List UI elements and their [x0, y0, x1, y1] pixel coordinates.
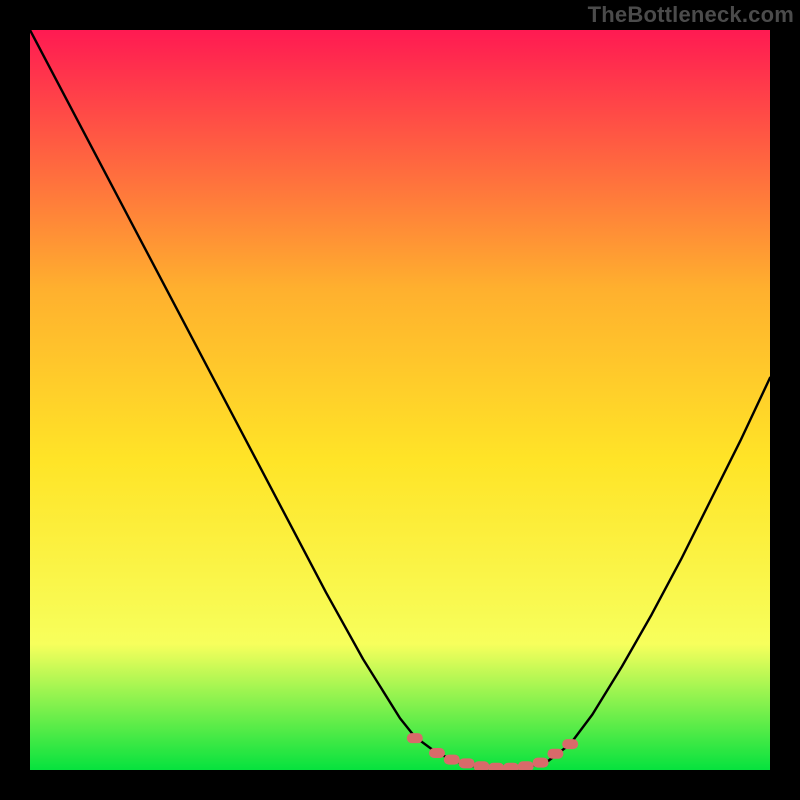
marker-dot	[459, 758, 475, 768]
marker-dot	[562, 739, 578, 749]
marker-dot	[533, 758, 549, 768]
plot-area	[30, 30, 770, 770]
watermark-label: TheBottleneck.com	[588, 2, 794, 28]
marker-dot	[444, 755, 460, 765]
marker-dot	[429, 748, 445, 758]
marker-dot	[518, 761, 534, 770]
marker-dot	[473, 761, 489, 770]
marker-dot	[547, 749, 563, 759]
marker-dot	[488, 763, 504, 770]
chart-frame: TheBottleneck.com	[0, 0, 800, 800]
chart-svg	[30, 30, 770, 770]
gradient-bg	[30, 30, 770, 770]
marker-dot	[503, 763, 519, 770]
marker-dot	[407, 733, 423, 743]
